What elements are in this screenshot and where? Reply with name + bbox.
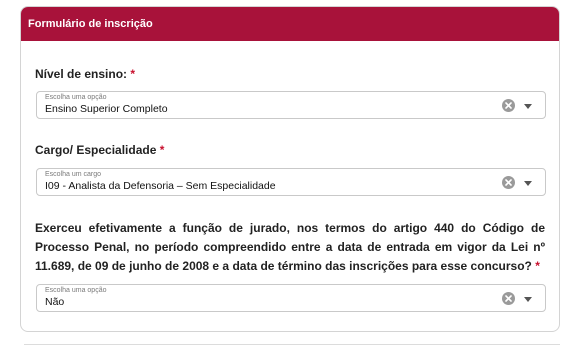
chevron-down-icon[interactable] — [524, 297, 532, 302]
clear-icon[interactable] — [502, 176, 515, 189]
position-hint: Escolha um cargo — [45, 171, 102, 178]
required-mark: * — [130, 67, 136, 81]
clear-icon[interactable] — [502, 99, 515, 112]
chevron-down-icon[interactable] — [524, 181, 532, 186]
required-mark: * — [535, 259, 540, 273]
position-select[interactable]: Escolha um cargo I09 - Analista da Defen… — [36, 168, 546, 196]
required-mark: * — [159, 143, 165, 157]
chevron-down-icon[interactable] — [524, 104, 532, 109]
education-level-label: Nível de ensino: * — [35, 67, 136, 81]
juror-select[interactable]: Escolha uma opção Não — [36, 284, 546, 312]
divider — [24, 344, 560, 345]
education-level-hint: Escolha uma opção — [45, 94, 107, 101]
form-title: Formulário de inscrição — [28, 18, 153, 30]
juror-question: Exerceu efetivamente a função de jurado,… — [35, 221, 545, 273]
position-label: Cargo/ Especialidade * — [35, 143, 165, 157]
juror-value: Não — [45, 296, 65, 308]
form-header: Formulário de inscrição — [21, 7, 559, 41]
registration-form-card: Formulário de inscrição Nível de ensino:… — [20, 6, 560, 332]
clear-icon[interactable] — [502, 292, 515, 305]
position-value: I09 - Analista da Defensoria – Sem Espec… — [45, 180, 276, 192]
education-level-select[interactable]: Escolha uma opção Ensino Superior Comple… — [36, 91, 546, 119]
education-level-value: Ensino Superior Completo — [45, 103, 168, 115]
juror-hint: Escolha uma opção — [45, 287, 107, 294]
